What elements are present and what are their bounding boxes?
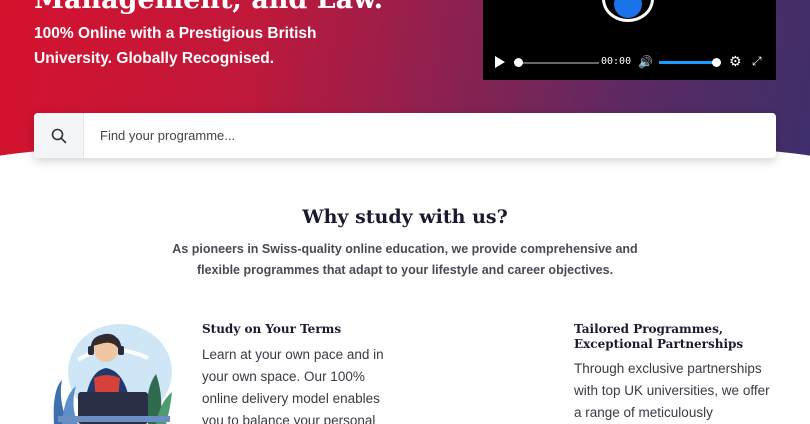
section-description: As pioneers in Swiss-quality online educ… [172, 242, 638, 277]
programme-search [34, 113, 776, 158]
play-icon [614, 0, 642, 18]
feature-title: Study on Your Terms [202, 322, 342, 336]
volume-handle[interactable] [712, 58, 721, 67]
hero-subtitle: 100% Online with a Prestigious British U… [34, 25, 317, 67]
search-input[interactable] [84, 113, 776, 158]
volume-icon[interactable]: 🔊 [638, 55, 653, 69]
feature-title: Tailored Programmes, Exceptional Partner… [574, 322, 744, 351]
play-icon[interactable] [495, 56, 505, 68]
volume-slider[interactable] [659, 61, 717, 64]
fullscreen-icon[interactable]: ⤢ [752, 54, 762, 69]
feature-body: Through exclusive partnerships with top … [574, 361, 770, 420]
progress-bar[interactable] [519, 62, 599, 64]
student-laptop-illustration [53, 324, 172, 424]
time-display: 00:00 [601, 56, 632, 67]
video-player[interactable]: 00:00 🔊 ⚙ ⤢ [483, 0, 776, 80]
gear-icon[interactable]: ⚙ [729, 53, 742, 70]
section-title: Why study with us? [302, 206, 508, 228]
search-icon[interactable] [34, 113, 84, 158]
feature-body: Learn at your own pace and in your own s… [202, 347, 384, 424]
progress-handle[interactable] [514, 58, 523, 67]
hero-title: Management, and Law. [34, 0, 383, 15]
big-play-button[interactable] [602, 0, 654, 22]
